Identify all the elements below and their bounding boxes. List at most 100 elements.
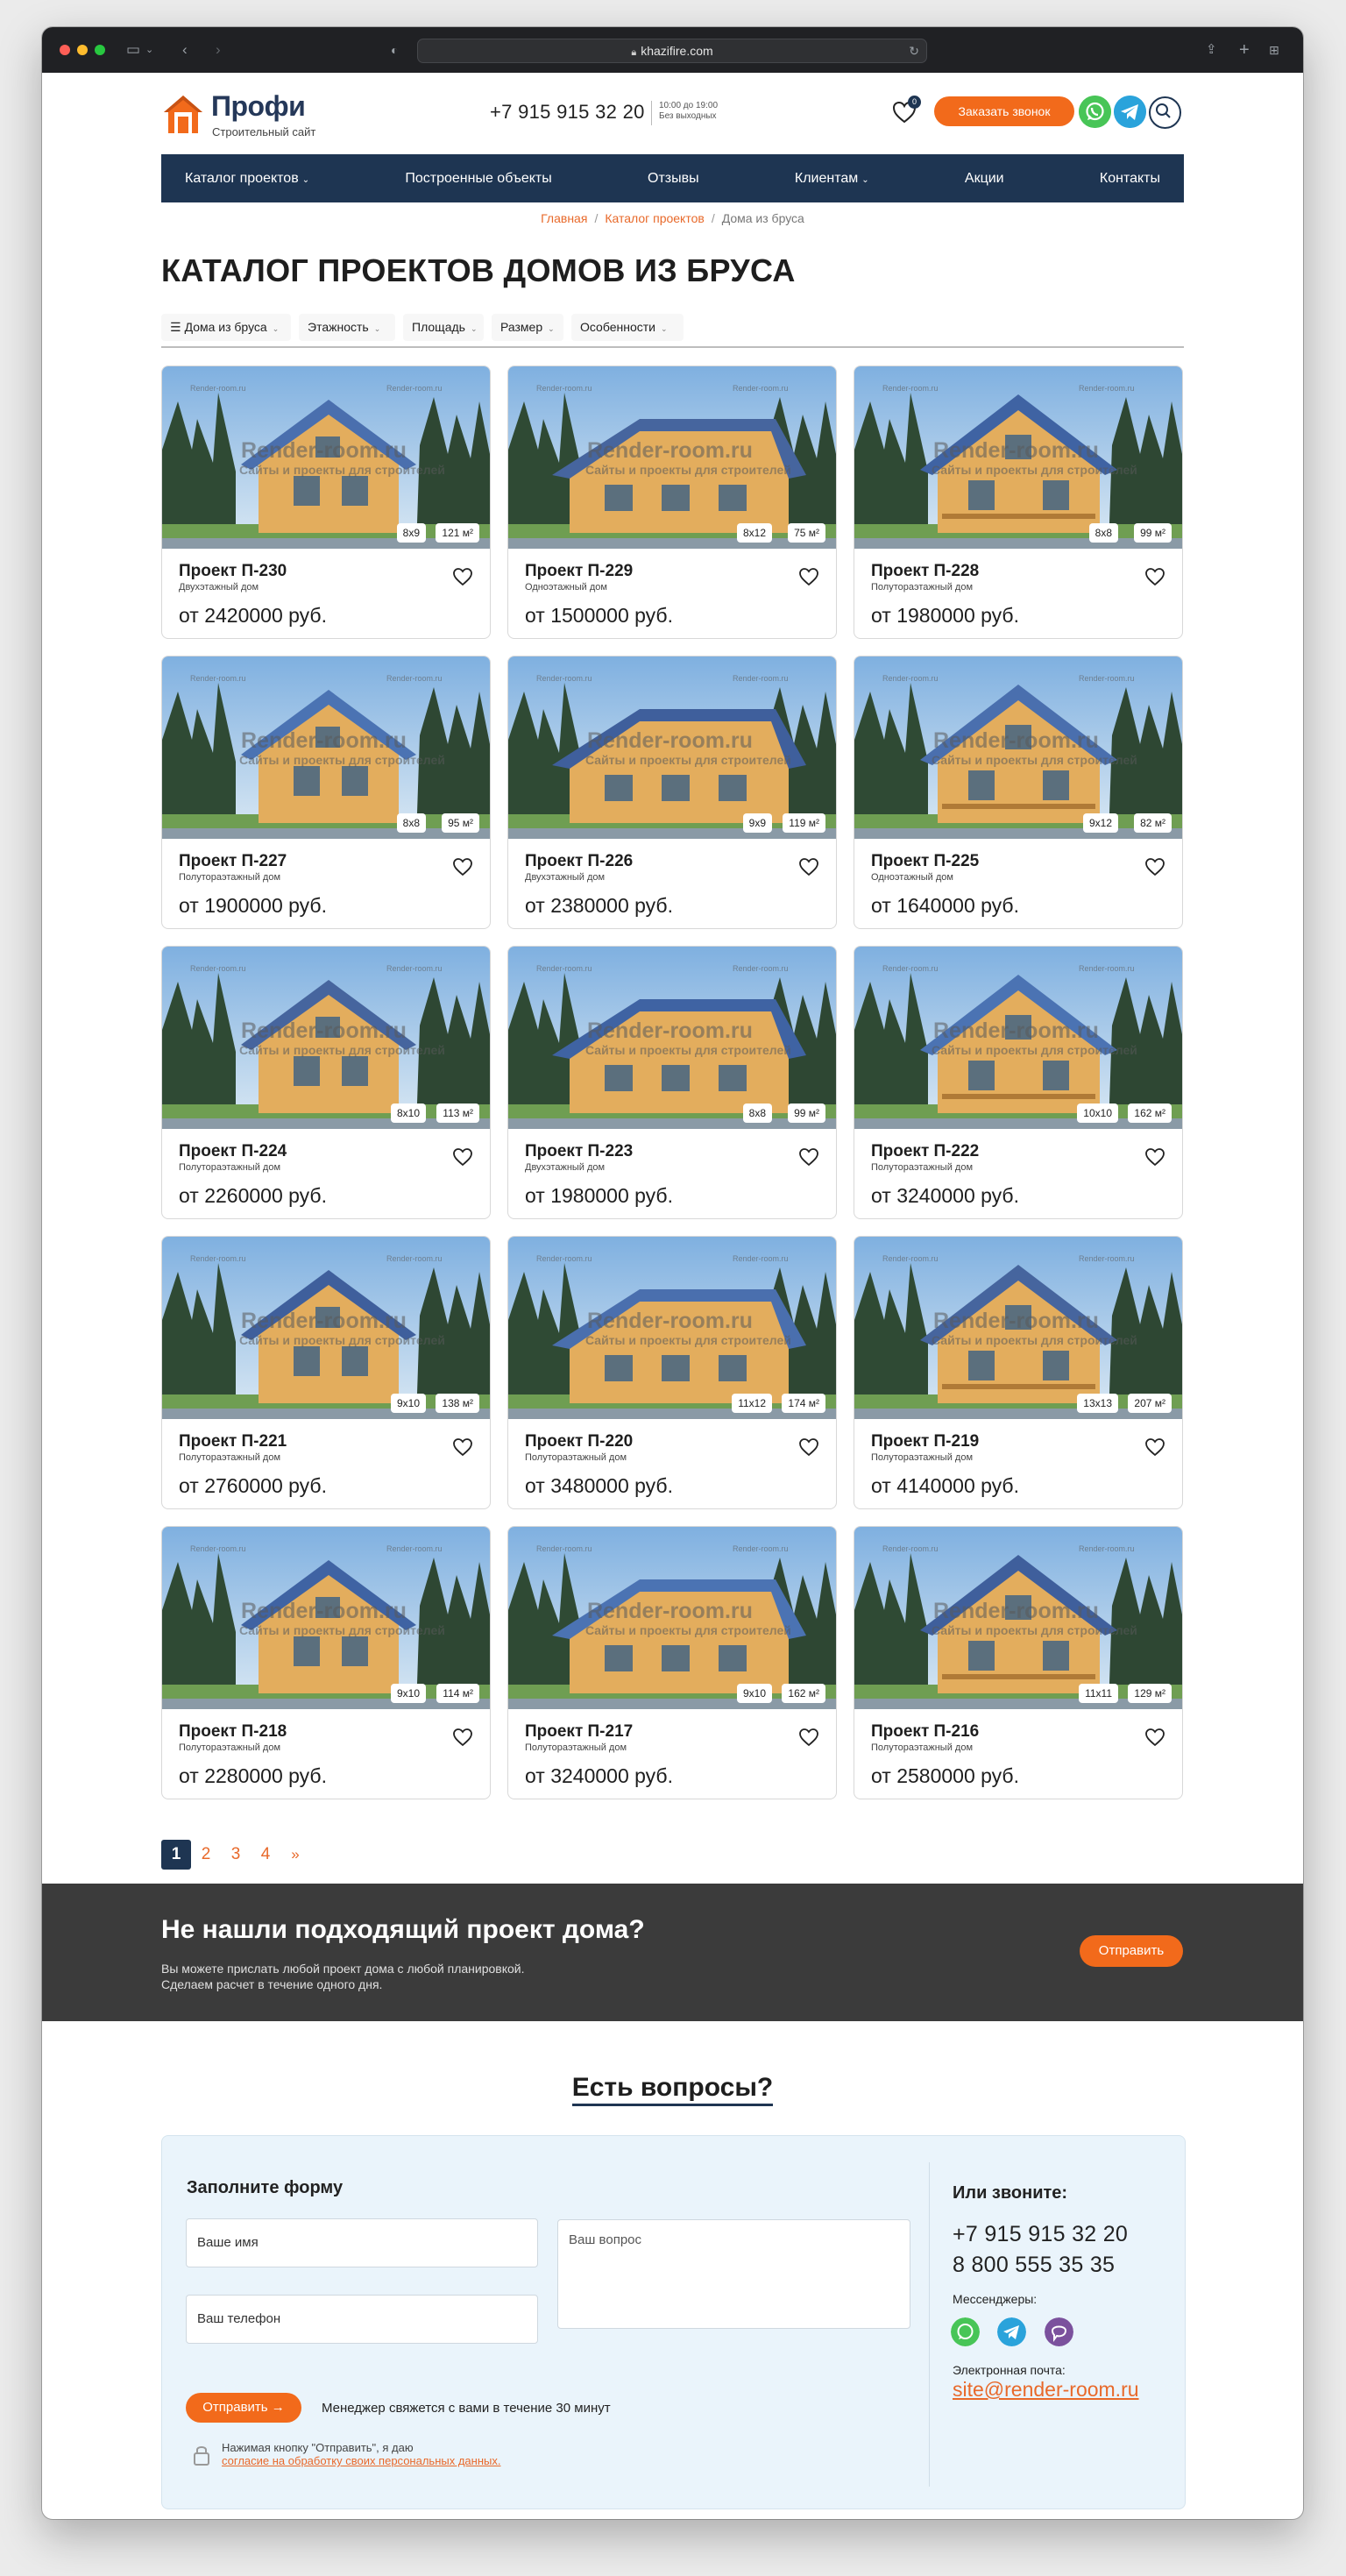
project-card[interactable]: Render-room.ru Render-room.ru Render-room.… [854,365,1183,639]
project-name[interactable]: Проект П-229 [525,562,633,581]
filter-area[interactable]: Площадь ⌄ [403,314,484,341]
project-card[interactable]: Render-room.ru Render-room.ru Render-room.… [507,946,837,1219]
project-card[interactable]: Render-room.ru Render-room.ru Render-room.… [854,1526,1183,1799]
project-name[interactable]: Проект П-228 [871,562,979,581]
sidebar-icon[interactable]: ▭ [126,39,140,60]
heart-icon[interactable] [452,1437,473,1457]
project-image[interactable]: Render-room.ru Render-room.ru Render-room.… [508,947,836,1129]
heart-icon[interactable] [798,1437,819,1457]
heart-icon[interactable] [452,1728,473,1747]
share-icon[interactable]: ⇪ [1206,39,1217,60]
project-card[interactable]: Render-room.ru Render-room.ru Render-room.… [854,946,1183,1219]
heart-icon[interactable] [452,857,473,876]
forward-arrow-icon[interactable]: › [216,39,221,60]
name-field[interactable]: Ваше имя [186,2218,538,2267]
order-call-button[interactable]: Заказать звонок [934,96,1074,126]
project-name[interactable]: Проект П-216 [871,1722,979,1742]
contact-phone-2[interactable]: 8 800 555 35 35 [953,2253,1115,2278]
project-name[interactable]: Проект П-230 [179,562,287,581]
search-button[interactable] [1149,96,1181,129]
whatsapp-icon[interactable] [1079,96,1111,128]
nav-item-contacts[interactable]: Контакты [1100,171,1160,187]
consent-link[interactable]: согласие на обработку своих персональных… [222,2454,500,2467]
project-name[interactable]: Проект П-219 [871,1432,979,1451]
project-image[interactable]: Render-room.ru Render-room.ru Render-room.… [162,1237,490,1419]
chevron-down-icon[interactable]: ⌄ [145,39,153,60]
project-image[interactable]: Render-room.ru Render-room.ru Render-room.… [508,656,836,839]
project-name[interactable]: Проект П-222 [871,1142,979,1161]
breadcrumb-catalog[interactable]: Каталог проектов [605,211,704,225]
heart-icon[interactable] [798,567,819,586]
page-1-link[interactable]: 1 [161,1840,191,1870]
tabs-icon[interactable]: ⊞ [1269,39,1279,60]
page-4-link[interactable]: 4 [251,1840,280,1870]
nav-item-clients[interactable]: Клиентам ⌄ [795,171,869,187]
page-3-link[interactable]: 3 [221,1840,251,1870]
telegram-icon[interactable] [997,2317,1026,2346]
project-card[interactable]: Render-room.ru Render-room.ru Render-room.… [161,1526,491,1799]
project-image[interactable]: Render-room.ru Render-room.ru Render-room.… [162,947,490,1129]
minimize-window-button[interactable] [77,45,88,55]
project-image[interactable]: Render-room.ru Render-room.ru Render-room.… [162,366,490,549]
project-image[interactable]: Render-room.ru Render-room.ru Render-room.… [854,366,1182,549]
heart-icon[interactable] [1144,567,1165,586]
address-bar[interactable]: 🔒︎ khazifire.com ↻ [417,39,927,63]
project-name[interactable]: Проект П-217 [525,1722,633,1742]
heart-icon[interactable] [1144,1147,1165,1167]
filter-floors[interactable]: Этажность ⌄ [299,314,395,341]
phone-field[interactable]: Ваш телефон [186,2295,538,2344]
telegram-icon[interactable] [1114,96,1146,128]
project-image[interactable]: Render-room.ru Render-room.ru Render-room.… [508,366,836,549]
project-image[interactable]: Render-room.ru Render-room.ru Render-room.… [854,947,1182,1129]
heart-icon[interactable] [452,567,473,586]
close-window-button[interactable] [60,45,70,55]
nav-item-catalog[interactable]: Каталог проектов ⌄ [185,171,309,187]
nav-item-reviews[interactable]: Отзывы [648,171,699,187]
heart-icon[interactable] [798,857,819,876]
project-name[interactable]: Проект П-221 [179,1432,287,1451]
nav-item-built-objects[interactable]: Построенные объекты [405,171,551,187]
shield-icon[interactable]: ◐ [391,39,398,60]
project-image[interactable]: Render-room.ru Render-room.ru Render-room.… [508,1237,836,1419]
filter-features[interactable]: Особенности ⌄ [571,314,684,341]
next-page-link[interactable]: » [280,1840,310,1870]
project-card[interactable]: Render-room.ru Render-room.ru Render-room.… [161,656,491,929]
whatsapp-icon[interactable] [951,2317,980,2346]
project-image[interactable]: Render-room.ru Render-room.ru Render-room.… [162,656,490,839]
heart-icon[interactable] [1144,1728,1165,1747]
project-card[interactable]: Render-room.ru Render-room.ru Render-room.… [507,365,837,639]
project-card[interactable]: Render-room.ru Render-room.ru Render-room.… [161,365,491,639]
page-2-link[interactable]: 2 [191,1840,221,1870]
heart-icon[interactable] [452,1147,473,1167]
project-name[interactable]: Проект П-227 [179,852,287,871]
project-card[interactable]: Render-room.ru Render-room.ru Render-room.… [161,1236,491,1509]
maximize-window-button[interactable] [95,45,105,55]
project-image[interactable]: Render-room.ru Render-room.ru Render-room.… [854,1527,1182,1709]
project-image[interactable]: Render-room.ru Render-room.ru Render-room.… [854,656,1182,839]
reload-icon[interactable]: ↻ [909,39,919,62]
header-phone[interactable]: +7 915 915 32 20 [490,101,645,124]
viber-icon[interactable] [1045,2317,1073,2346]
heart-icon[interactable] [798,1147,819,1167]
project-name[interactable]: Проект П-225 [871,852,979,871]
project-image[interactable]: Render-room.ru Render-room.ru Render-room.… [508,1527,836,1709]
back-arrow-icon[interactable]: ‹ [182,39,188,60]
project-card[interactable]: Render-room.ru Render-room.ru Render-room.… [507,656,837,929]
project-card[interactable]: Render-room.ru Render-room.ru Render-room.… [161,946,491,1219]
filter-type[interactable]: ☰ Дома из бруса ⌄ [161,314,291,341]
project-card[interactable]: Render-room.ru Render-room.ru Render-room.… [854,656,1183,929]
heart-icon[interactable] [798,1728,819,1747]
question-textarea[interactable]: Ваш вопрос [557,2219,910,2329]
heart-icon[interactable] [1144,1437,1165,1457]
contact-email-link[interactable]: site@render-room.ru [953,2378,1139,2402]
project-card[interactable]: Render-room.ru Render-room.ru Render-room.… [507,1526,837,1799]
site-logo[interactable]: Профи Строительный сайт [161,89,336,142]
cta-send-button[interactable]: Отправить [1080,1935,1183,1967]
project-name[interactable]: Проект П-226 [525,852,633,871]
plus-icon[interactable]: + [1239,39,1250,60]
form-send-button[interactable]: Отправить → [186,2393,301,2423]
contact-phone-1[interactable]: +7 915 915 32 20 [953,2222,1128,2247]
breadcrumb-home[interactable]: Главная [541,211,587,225]
filter-size[interactable]: Размер ⌄ [492,314,563,341]
project-card[interactable]: Render-room.ru Render-room.ru Render-room.… [507,1236,837,1509]
